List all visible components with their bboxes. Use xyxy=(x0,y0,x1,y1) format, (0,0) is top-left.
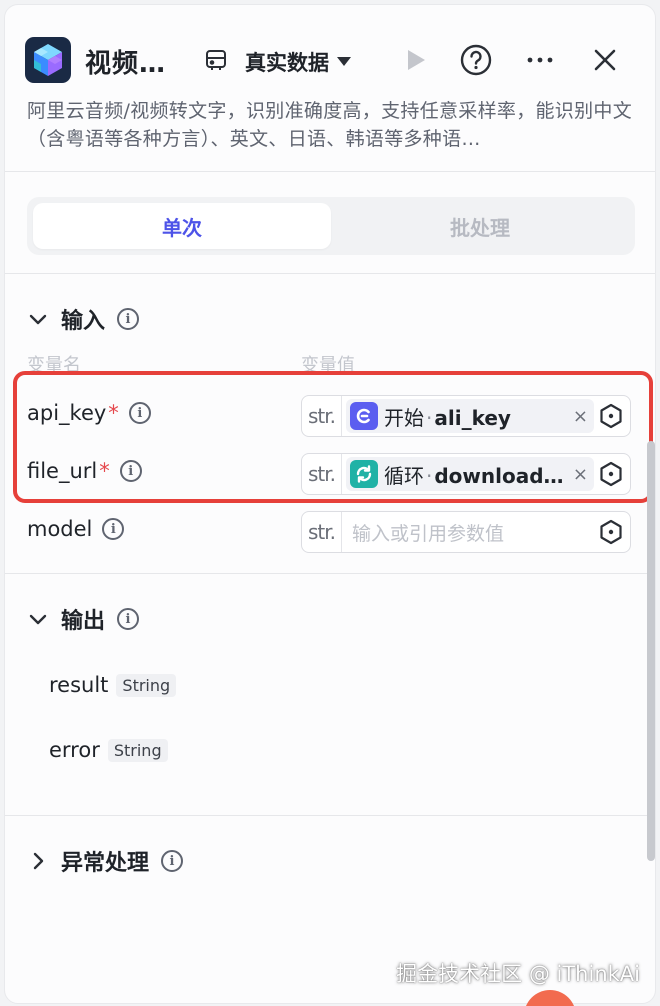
watermark: 掘金技术社区 @ iThinkAi xyxy=(396,962,640,986)
info-icon[interactable]: i xyxy=(161,850,184,872)
scrollbar[interactable] xyxy=(647,441,655,861)
reference-chip[interactable]: 开始 · ali_key × xyxy=(346,399,594,433)
info-icon[interactable]: i xyxy=(117,308,140,330)
output-section-toggle[interactable]: 输出 i xyxy=(27,603,140,635)
variable-picker-icon[interactable] xyxy=(598,519,624,545)
loop-node-icon xyxy=(350,460,378,488)
divider xyxy=(5,573,655,574)
var-name: model xyxy=(27,517,93,541)
divider xyxy=(5,273,655,274)
help-button[interactable] xyxy=(459,43,493,77)
tab-batch[interactable]: 批处理 xyxy=(331,203,629,249)
info-icon[interactable]: i xyxy=(102,518,125,540)
column-header-name: 变量名 xyxy=(27,355,81,376)
var-value-model[interactable]: str. 输入或引用参数值 xyxy=(301,511,631,553)
var-value-file-url[interactable]: str. 循环 · download… × xyxy=(301,453,631,495)
reference-text: 循环 · download… xyxy=(384,463,564,488)
close-button[interactable] xyxy=(588,43,622,77)
var-name: api_key xyxy=(27,401,107,425)
type-tag[interactable]: str. xyxy=(302,396,342,436)
chip-remove-icon[interactable]: × xyxy=(573,464,588,485)
node-title[interactable]: 视频… xyxy=(85,43,166,80)
type-tag[interactable]: str. xyxy=(302,454,342,494)
type-tag[interactable]: str. xyxy=(302,512,342,552)
output-row-error: error String xyxy=(49,738,168,762)
caret-down-icon xyxy=(337,57,351,66)
var-label-api-key: api_key * i xyxy=(27,401,151,425)
chevron-down-icon xyxy=(29,614,47,625)
play-icon xyxy=(408,50,425,70)
required-mark: * xyxy=(108,401,119,425)
info-icon[interactable]: i xyxy=(128,402,151,424)
var-value-api-key[interactable]: str. 开始 · ali_key × xyxy=(301,395,631,437)
exception-section-toggle[interactable]: 异常处理 i xyxy=(27,845,184,877)
exception-section-title: 异常处理 xyxy=(61,851,150,876)
start-node-icon xyxy=(350,402,378,430)
help-icon xyxy=(460,44,492,76)
close-icon xyxy=(594,49,616,71)
variable-picker-icon[interactable] xyxy=(598,403,624,429)
info-icon[interactable]: i xyxy=(119,460,142,482)
data-mode-label: 真实数据 xyxy=(245,51,329,75)
output-name: result xyxy=(49,673,109,697)
var-name: file_url xyxy=(27,459,98,483)
column-header-value: 变量值 xyxy=(301,355,355,376)
run-mode-tabs: 单次 批处理 xyxy=(27,197,635,255)
output-row-result: result String xyxy=(49,673,177,697)
type-badge: String xyxy=(116,673,177,697)
panel-header: 视频… 真实数据 阿里云音频/视频转文字，识别准确度高，支持任意采样率，能识别中… xyxy=(5,5,655,175)
database-icon xyxy=(203,47,229,73)
data-mode-select[interactable]: 真实数据 xyxy=(245,47,351,77)
reference-chip[interactable]: 循环 · download… × xyxy=(346,457,594,491)
output-section-title: 输出 xyxy=(61,609,106,634)
variable-picker-icon[interactable] xyxy=(598,461,624,487)
type-badge: String xyxy=(107,738,168,762)
reference-text: 开始 · ali_key xyxy=(384,405,511,430)
run-button[interactable] xyxy=(398,43,432,77)
chevron-right-icon xyxy=(33,852,44,870)
app-cube-icon xyxy=(25,37,71,83)
value-input-placeholder[interactable]: 输入或引用参数值 xyxy=(352,519,598,546)
more-button[interactable] xyxy=(523,43,557,77)
required-mark: * xyxy=(99,459,110,483)
node-config-panel: 视频… 真实数据 阿里云音频/视频转文字，识别准确度高，支持任意采样率，能识别中… xyxy=(4,4,656,1004)
info-icon[interactable]: i xyxy=(117,608,140,630)
input-section-toggle[interactable]: 输入 i xyxy=(27,303,140,335)
more-icon xyxy=(527,57,553,63)
chip-remove-icon[interactable]: × xyxy=(573,406,588,427)
divider xyxy=(5,815,655,816)
input-section-title: 输入 xyxy=(61,309,106,334)
output-name: error xyxy=(49,738,100,762)
var-label-model: model i xyxy=(27,517,125,541)
tab-single[interactable]: 单次 xyxy=(33,203,331,249)
divider xyxy=(5,171,655,172)
chevron-down-icon xyxy=(29,314,47,325)
var-label-file-url: file_url * i xyxy=(27,459,142,483)
node-description: 阿里云音频/视频转文字，识别准确度高，支持任意采样率，能识别中文（含粤语等各种方… xyxy=(27,100,633,150)
